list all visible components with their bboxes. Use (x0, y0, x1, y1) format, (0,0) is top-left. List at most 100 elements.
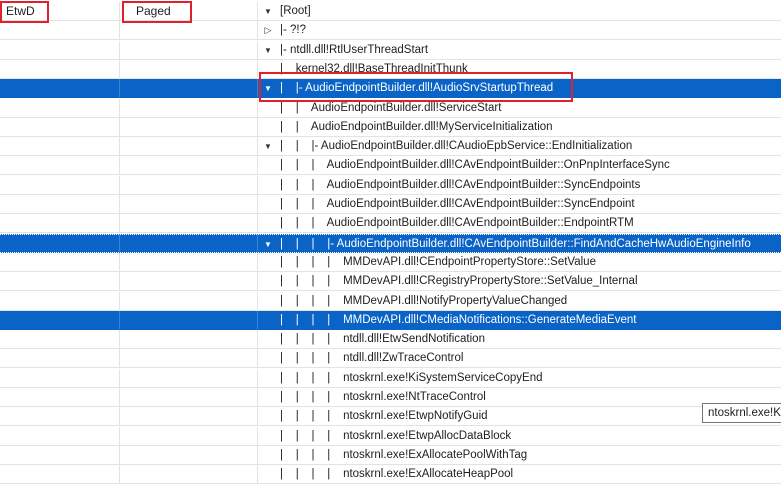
tree-row[interactable]: | | | | ntoskrnl.exe!ExAllocateHeapPool (0, 465, 781, 484)
etwd-cell (0, 117, 120, 136)
paged-cell (120, 310, 258, 329)
tree-row[interactable]: | | | | MMDevAPI.dll!CEndpointPropertySt… (0, 252, 781, 272)
function-cell: | | AudioEndpointBuilder.dll!MyServiceIn… (258, 118, 781, 136)
function-cell: | | | | ntoskrnl.exe!EtwpAllocDataBlock (258, 427, 781, 445)
function-name: | | | AudioEndpointBuilder.dll!CAvEndpoi… (280, 198, 635, 210)
expand-arrow-icon[interactable] (263, 238, 273, 250)
tree-row[interactable]: | | | | MMDevAPI.dll!CMediaNotifications… (0, 310, 781, 330)
function-name: | |- AudioEndpointBuilder.dll!AudioSrvSt… (280, 82, 554, 95)
tree-row[interactable]: | | | | ntoskrnl.exe!EtwpAllocDataBlock (0, 426, 781, 446)
collapse-arrow-icon[interactable] (263, 24, 273, 36)
function-name: | | | | MMDevAPI.dll!CMediaNotifications… (280, 313, 637, 326)
paged-cell (120, 291, 258, 310)
tree-row[interactable]: | | AudioEndpointBuilder.dll!MyServiceIn… (0, 117, 781, 137)
paged-cell (120, 445, 258, 464)
etwd-cell (0, 310, 120, 329)
paged-cell (120, 79, 258, 98)
function-cell: | | | | ntoskrnl.exe!ExAllocateHeapPool (258, 465, 781, 483)
tree-row[interactable]: | | | | MMDevAPI.dll!NotifyPropertyValue… (0, 291, 781, 311)
function-name: | | | | ntoskrnl.exe!ExAllocateHeapPool (280, 468, 514, 481)
paged-cell (120, 388, 258, 406)
column-header-paged[interactable]: Paged (130, 2, 171, 20)
expand-arrow-icon[interactable] (263, 5, 273, 17)
tree-row[interactable]: | | AudioEndpointBuilder.dll!ServiceStar… (0, 98, 781, 118)
paged-cell (120, 214, 258, 233)
tree-row[interactable]: | | | | MMDevAPI.dll!CRegistryPropertySt… (0, 272, 781, 292)
function-cell: | |- AudioEndpointBuilder.dll!AudioSrvSt… (258, 79, 781, 97)
etwd-cell (0, 79, 120, 98)
etwd-cell (0, 388, 120, 406)
tree-row[interactable]: | |- AudioEndpointBuilder.dll!AudioSrvSt… (0, 79, 781, 99)
function-name: | | | | MMDevAPI.dll!NotifyPropertyValue… (280, 294, 568, 307)
tree-row[interactable]: | | | | ntoskrnl.exe!NtTraceControl (0, 388, 781, 407)
etwd-cell (0, 252, 120, 271)
expand-arrow-icon[interactable] (263, 44, 273, 56)
paged-cell (120, 407, 258, 426)
function-cell: | | | | MMDevAPI.dll!CEndpointPropertySt… (258, 253, 781, 271)
function-name: | | | | MMDevAPI.dll!CEndpointPropertySt… (280, 255, 596, 268)
paged-cell (120, 137, 258, 156)
tree-row[interactable]: | | | AudioEndpointBuilder.dll!CAvEndpoi… (0, 195, 781, 214)
function-cell: | | | AudioEndpointBuilder.dll!CAvEndpoi… (258, 214, 781, 232)
function-name: | | | | ntdll.dll!EtwSendNotification (280, 333, 485, 346)
function-name: | | | | ntoskrnl.exe!ExAllocatePoolWithT… (280, 448, 528, 461)
function-name: | | | |- AudioEndpointBuilder.dll!CAvEnd… (280, 237, 751, 250)
etwd-cell (0, 330, 120, 349)
paged-cell (120, 234, 258, 252)
tree-row[interactable]: | | | | ntoskrnl.exe!KiSystemServiceCopy… (0, 368, 781, 388)
paged-cell (120, 59, 258, 78)
tree-row[interactable]: | | | | ntoskrnl.exe!EtwpNotifyGuid (0, 407, 781, 427)
tree-row[interactable]: | | | | ntdll.dll!ZwTraceControl (0, 349, 781, 369)
etwd-cell (0, 407, 120, 426)
etwd-cell (0, 272, 120, 291)
tree-row[interactable]: | | | | ntoskrnl.exe!ExAllocatePoolWithT… (0, 445, 781, 465)
etwd-cell (0, 40, 120, 59)
tree-row[interactable]: |- ?!? (0, 21, 781, 41)
expand-arrow-icon[interactable] (263, 140, 273, 152)
function-name: | | AudioEndpointBuilder.dll!MyServiceIn… (280, 120, 553, 133)
etwd-cell (0, 98, 120, 117)
expand-arrow-icon[interactable] (263, 82, 273, 94)
function-cell: | | | | ntoskrnl.exe!ExAllocatePoolWithT… (258, 446, 781, 464)
function-cell: | | | | MMDevAPI.dll!NotifyPropertyValue… (258, 292, 781, 310)
column-header-etwd[interactable]: EtwD (0, 2, 35, 20)
function-name: | | | | ntoskrnl.exe!KiSystemServiceCopy… (280, 371, 543, 384)
paged-cell (120, 272, 258, 291)
function-cell: | | | | ntdll.dll!EtwSendNotification (258, 330, 781, 348)
function-cell: [Root] (258, 2, 781, 20)
etwd-cell (0, 234, 120, 252)
function-name: | | | | MMDevAPI.dll!CRegistryPropertySt… (280, 275, 638, 288)
tree-row[interactable]: [Root] (0, 2, 781, 21)
function-name: |- ?!? (280, 24, 306, 37)
tree-row[interactable]: | | |- AudioEndpointBuilder.dll!CAudioEp… (0, 137, 781, 157)
etwd-cell (0, 445, 120, 464)
tree-row[interactable]: |- ntdll.dll!RtlUserThreadStart (0, 40, 781, 60)
etwd-cell (0, 368, 120, 387)
etwd-cell (0, 214, 120, 233)
paged-cell (120, 98, 258, 117)
paged-cell (120, 252, 258, 271)
function-name: | | | AudioEndpointBuilder.dll!CAvEndpoi… (280, 178, 641, 191)
function-name: [Root] (280, 5, 311, 17)
function-cell: | | | |- AudioEndpointBuilder.dll!CAvEnd… (258, 235, 781, 252)
function-name: | | | | ntoskrnl.exe!EtwpNotifyGuid (280, 410, 488, 423)
paged-cell (120, 465, 258, 484)
etwd-cell (0, 21, 120, 40)
tree-row[interactable]: | | | AudioEndpointBuilder.dll!CAvEndpoi… (0, 175, 781, 195)
tree-row[interactable]: | | | AudioEndpointBuilder.dll!CAvEndpoi… (0, 156, 781, 176)
paged-cell (120, 40, 258, 59)
etwd-cell (0, 137, 120, 156)
tree-row[interactable]: | kernel32.dll!BaseThreadInitThunk (0, 59, 781, 79)
function-cell: | | | | ntoskrnl.exe!KiSystemServiceCopy… (258, 369, 781, 387)
tree-row[interactable]: | | | | ntdll.dll!EtwSendNotification (0, 330, 781, 350)
tree-row[interactable]: | | | AudioEndpointBuilder.dll!CAvEndpoi… (0, 214, 781, 234)
tree-row[interactable]: | | | |- AudioEndpointBuilder.dll!CAvEnd… (0, 233, 781, 253)
etwd-cell (0, 349, 120, 368)
etwd-cell (0, 426, 120, 445)
function-cell: | | |- AudioEndpointBuilder.dll!CAudioEp… (258, 137, 781, 155)
function-name: | | | | ntoskrnl.exe!EtwpAllocDataBlock (280, 429, 512, 442)
function-cell: | | | AudioEndpointBuilder.dll!CAvEndpoi… (258, 195, 781, 213)
paged-cell (120, 426, 258, 445)
call-tree-grid: [Root] |- ?!? |- ntdll.dll!RtlUserThreadSt… (0, 0, 781, 484)
paged-cell (120, 175, 258, 194)
